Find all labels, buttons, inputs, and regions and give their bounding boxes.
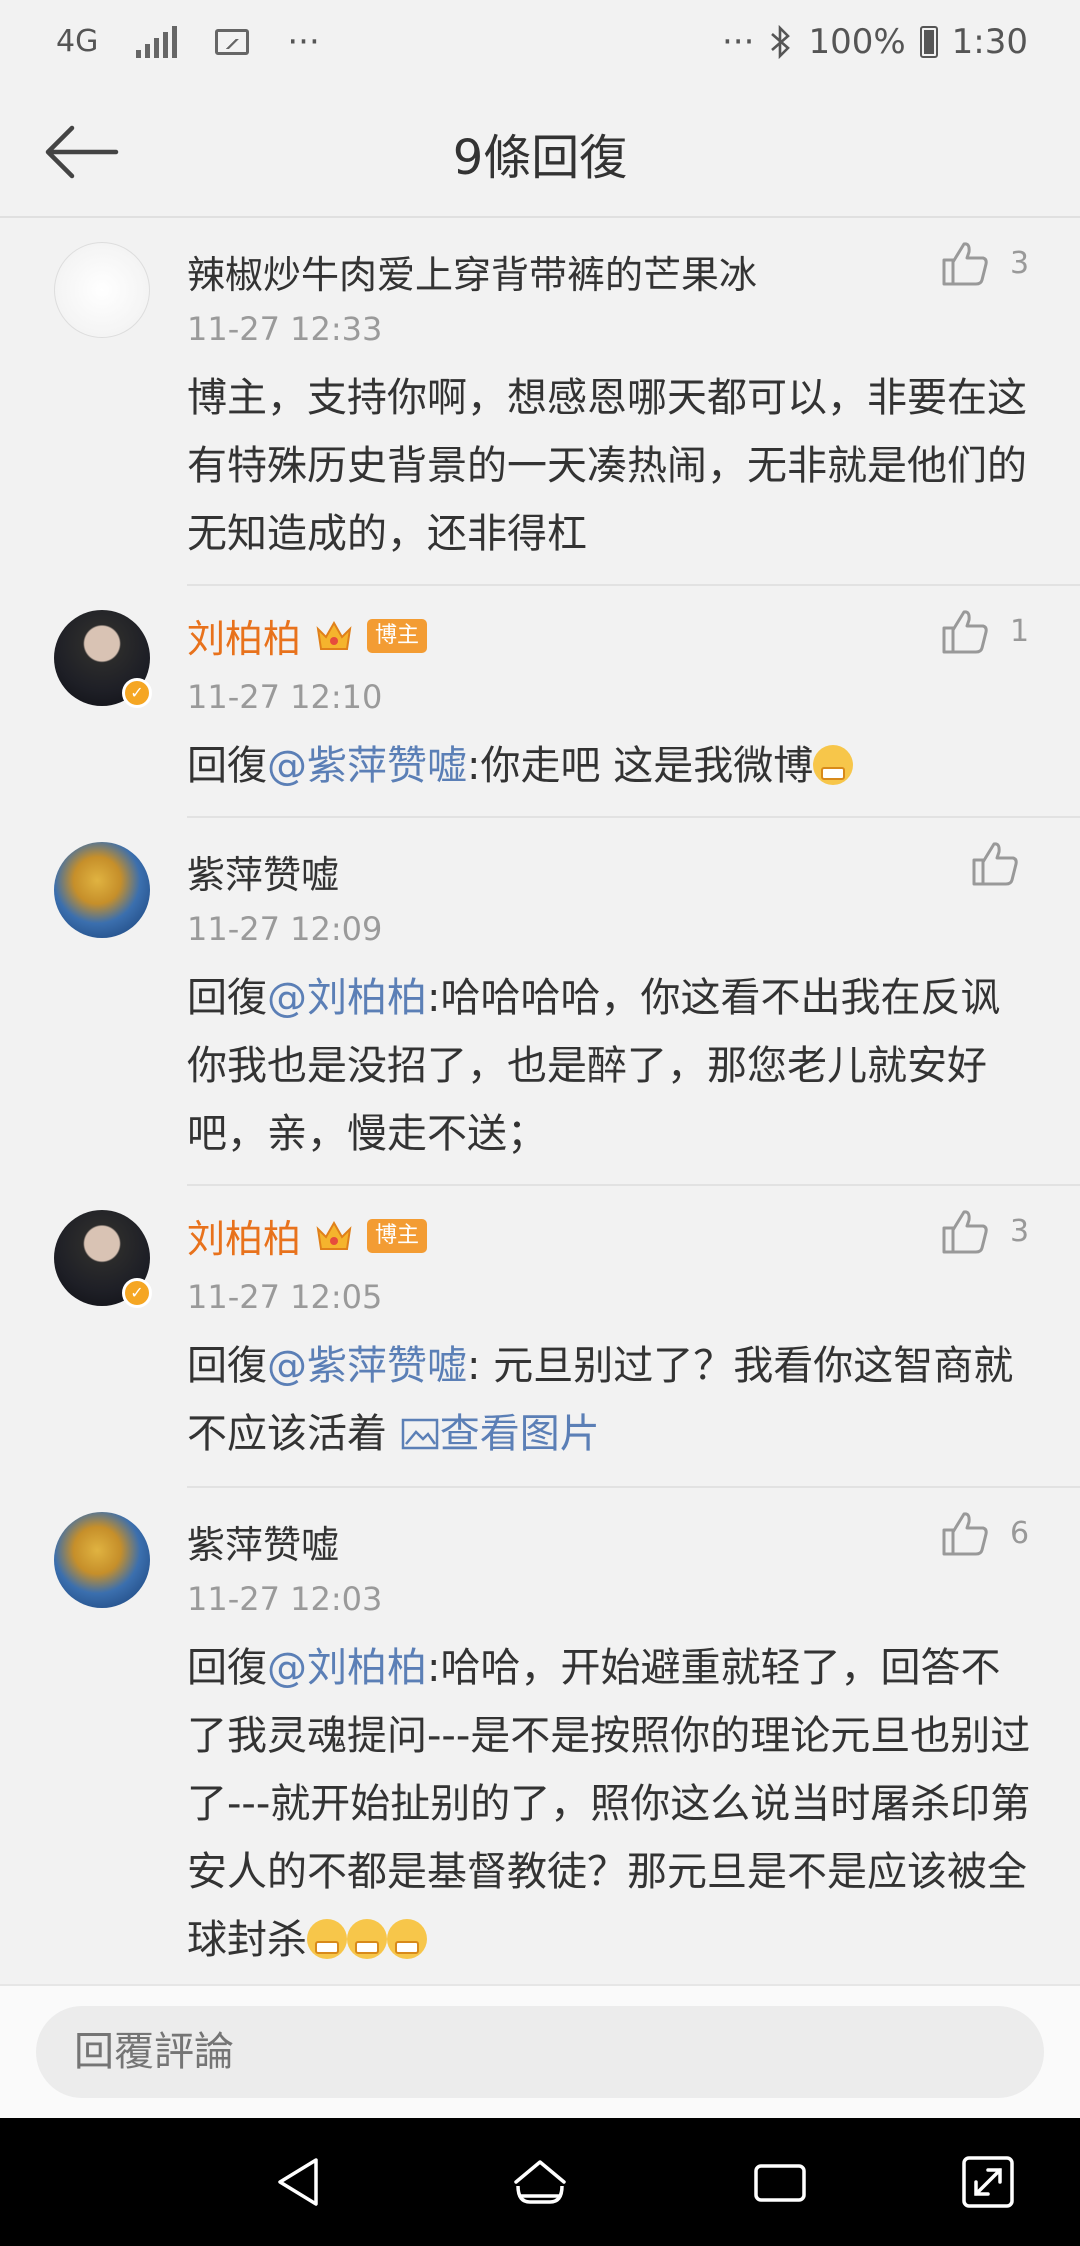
clock: 1:30	[951, 22, 1028, 62]
comment-item[interactable]: 紫萍赞嘘 6 11-27 12:03 回復@刘柏柏:哈哈，开始避重就轻了，回答不…	[0, 1488, 1080, 1986]
like-count: 6	[1010, 1515, 1030, 1551]
reply-prefix: 回復	[187, 743, 267, 789]
comment-text: 回復@紫萍赞嘘: 元旦别过了？我看你这智商就不应该活着 查看图片	[187, 1332, 1036, 1468]
image-icon	[401, 1418, 438, 1450]
comment-text: 回復@刘柏柏:哈哈哈哈，你这看不出我在反讽你我也是没招了，也是醉了，那您老儿就安…	[187, 964, 1036, 1168]
network-type: 4G	[56, 24, 99, 59]
bluetooth-icon	[771, 24, 791, 60]
home-nav-icon[interactable]	[510, 2152, 570, 2212]
comment-body: 博主，支持你啊，想感恩哪天都可以，非要在这有特殊历史背景的一天凑热闹，无非就是他…	[187, 375, 1027, 557]
thumbs-up-icon	[972, 842, 1018, 886]
thumbs-up-icon	[942, 1512, 988, 1556]
comment-author[interactable]: 刘柏柏 博主	[187, 608, 428, 663]
thumbs-up-icon	[942, 610, 988, 654]
grin-emoji-icon	[387, 1919, 427, 1959]
status-bar: 4G ··· ··· 100% 1:30	[0, 0, 1080, 90]
back-nav-icon[interactable]	[270, 2152, 330, 2212]
author-name[interactable]: 刘柏柏	[187, 608, 301, 663]
comment-text: 回復@刘柏柏:哈哈，开始避重就轻了，回答不了我灵魂提问---是不是按照你的理论元…	[187, 1634, 1036, 1974]
image-notification-icon	[215, 29, 250, 55]
comment-item[interactable]: ✓ 刘柏柏 博主 3 11-27 12:05 回復@紫萍赞嘘: 元旦别过了？我看…	[0, 1186, 1080, 1488]
comment-time: 11-27 12:05	[187, 1278, 383, 1316]
avatar[interactable]	[54, 1512, 150, 1608]
view-image-link[interactable]: 查看图片	[400, 1411, 600, 1457]
like-count: 3	[1010, 245, 1030, 281]
battery-icon	[919, 26, 938, 58]
comment-body: :哈哈，开始避重就轻了，回答不了我灵魂提问---是不是按照你的理论元旦也别过了-…	[187, 1645, 1031, 1963]
like-button[interactable]: 3	[940, 240, 1029, 286]
header: 9條回復	[0, 90, 1080, 218]
more-notifications: ···	[287, 22, 320, 62]
comment-body: :你走吧 这是我微博	[467, 743, 814, 789]
like-count: 1	[1010, 613, 1030, 649]
mention-link[interactable]: @紫萍赞嘘	[267, 1343, 467, 1389]
reply-prefix: 回復	[187, 1645, 267, 1691]
author-name[interactable]: 紫萍赞嘘	[187, 844, 339, 899]
author-name[interactable]: 紫萍赞嘘	[187, 1514, 339, 1569]
author-name[interactable]: 辣椒炒牛肉爱上穿背带裤的芒果冰	[187, 244, 757, 299]
comment-author[interactable]: 紫萍赞嘘	[187, 1514, 339, 1569]
signal-icon	[136, 26, 178, 58]
comment-list: 辣椒炒牛肉爱上穿背带裤的芒果冰 3 11-27 12:33 博主，支持你啊，想感…	[0, 218, 1080, 1986]
like-button[interactable]: 1	[940, 608, 1029, 654]
like-button[interactable]: 6	[940, 1510, 1029, 1556]
avatar[interactable]	[54, 842, 150, 938]
comment-time: 11-27 12:33	[187, 310, 383, 348]
reply-bar	[0, 1984, 1080, 2118]
mention-link[interactable]: @刘柏柏	[267, 1645, 427, 1691]
avatar[interactable]	[54, 242, 150, 338]
author-name[interactable]: 刘柏柏	[187, 1208, 301, 1263]
comment-item[interactable]: ✓ 刘柏柏 博主 1 11-27 12:10 回復@紫萍赞嘘:你走吧 这是我微博	[0, 586, 1080, 818]
comment-text: 博主，支持你啊，想感恩哪天都可以，非要在这有特殊历史背景的一天凑热闹，无非就是他…	[187, 364, 1036, 568]
verified-badge-icon: ✓	[122, 1278, 152, 1308]
comment-item[interactable]: 辣椒炒牛肉爱上穿背带裤的芒果冰 3 11-27 12:33 博主，支持你啊，想感…	[0, 218, 1080, 586]
comment-time: 11-27 12:03	[187, 1580, 383, 1618]
mention-link[interactable]: @紫萍赞嘘	[267, 743, 467, 789]
view-image-label[interactable]: 查看图片	[440, 1411, 600, 1457]
comment-time: 11-27 12:09	[187, 910, 383, 948]
comment-text: 回復@紫萍赞嘘:你走吧 这是我微博	[187, 732, 1036, 800]
comment-item[interactable]: 紫萍赞嘘 11-27 12:09 回復@刘柏柏:哈哈哈哈，你这看不出我在反讽你我…	[0, 818, 1080, 1186]
thumbs-up-icon	[942, 242, 988, 286]
owner-tag: 博主	[367, 1218, 428, 1253]
avatar[interactable]: ✓	[54, 610, 152, 708]
grin-emoji-icon	[347, 1919, 387, 1959]
like-count: 3	[1010, 1213, 1030, 1249]
comment-author[interactable]: 辣椒炒牛肉爱上穿背带裤的芒果冰	[187, 244, 757, 299]
comment-author[interactable]: 刘柏柏 博主	[187, 1208, 428, 1263]
owner-tag: 博主	[367, 618, 428, 653]
system-nav-bar	[0, 2118, 1080, 2246]
fullscreen-icon[interactable]	[958, 2152, 1018, 2212]
reply-input[interactable]	[36, 2006, 1044, 2098]
battery-percent: 100%	[808, 22, 906, 62]
comment-author[interactable]: 紫萍赞嘘	[187, 844, 339, 899]
laugh-emoji-icon	[813, 745, 854, 785]
verified-badge-icon: ✓	[122, 678, 152, 708]
reply-prefix: 回復	[187, 1343, 267, 1389]
like-button[interactable]: 3	[940, 1208, 1029, 1254]
recent-apps-icon[interactable]	[750, 2152, 810, 2212]
mention-link[interactable]: @刘柏柏	[267, 975, 427, 1021]
reply-prefix: 回復	[187, 975, 267, 1021]
like-button[interactable]	[970, 840, 1040, 886]
page-title: 9條回復	[452, 130, 628, 186]
more-status: ···	[722, 22, 755, 62]
crown-icon	[316, 1220, 352, 1250]
avatar[interactable]: ✓	[54, 1210, 152, 1308]
comment-time: 11-27 12:10	[187, 678, 383, 716]
grin-emoji-icon	[307, 1919, 347, 1959]
thumbs-up-icon	[942, 1210, 988, 1254]
crown-icon	[316, 620, 352, 650]
